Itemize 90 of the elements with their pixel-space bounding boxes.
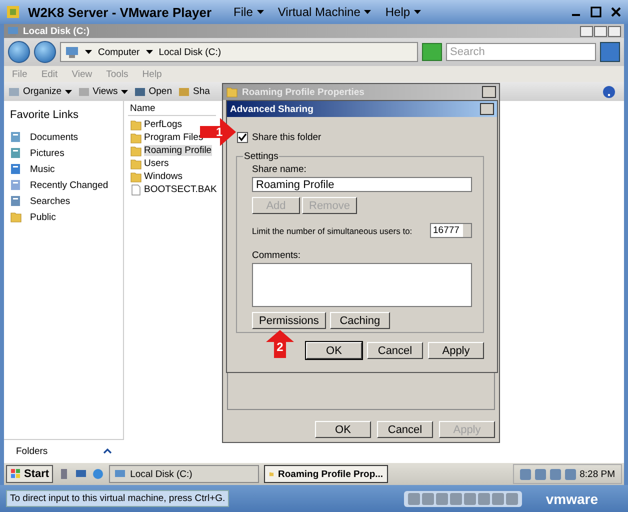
clock[interactable]: 8:28 PM — [580, 468, 615, 480]
forward-button[interactable] — [34, 41, 56, 63]
toolbar-button[interactable]: Sha — [192, 86, 210, 97]
app-icon — [6, 5, 20, 19]
favorite-link[interactable]: Music — [30, 164, 55, 174]
dialog-button[interactable]: Apply — [428, 342, 484, 359]
close-icon[interactable] — [610, 6, 622, 18]
library-icon — [10, 195, 22, 207]
toolbar-button[interactable]: Views — [92, 86, 118, 97]
favorite-link[interactable]: Pictures — [30, 148, 64, 158]
menu-item[interactable]: Virtual Machine — [278, 5, 372, 19]
start-button[interactable]: Start — [6, 465, 54, 483]
toolbar-button[interactable]: Open — [148, 86, 172, 97]
caret-icon[interactable] — [256, 10, 264, 14]
taskbar-button[interactable]: Roaming Profile Prop... — [264, 465, 388, 483]
folder-icon — [130, 158, 142, 170]
spinner-field[interactable]: 16777 — [430, 223, 472, 238]
desktop-icon[interactable] — [75, 468, 88, 480]
checkbox[interactable] — [237, 132, 248, 143]
favorite-link[interactable]: Searches — [30, 196, 70, 206]
maximize-icon[interactable] — [590, 6, 602, 18]
chevron-up-icon[interactable] — [103, 448, 112, 454]
field-label: Share name: — [252, 164, 308, 175]
favorite-link[interactable]: Recently Changed — [30, 180, 108, 190]
step-arrow: 2 — [266, 330, 294, 358]
caret-icon[interactable] — [364, 10, 372, 14]
address-bar[interactable]: Computer Local Disk (C:) — [60, 42, 418, 62]
tray-icon[interactable] — [534, 468, 546, 480]
menu-item[interactable]: Help — [385, 5, 422, 19]
close-button[interactable] — [608, 26, 621, 36]
tray-icon[interactable] — [564, 468, 576, 480]
restore-button[interactable] — [594, 26, 607, 36]
toolbar-button[interactable]: Organize — [23, 86, 62, 97]
folder-icon — [10, 211, 22, 223]
group-label: Settings — [243, 151, 280, 162]
dialog-button[interactable]: Caching — [330, 312, 390, 329]
close-button[interactable] — [482, 86, 496, 98]
logo: vmware — [546, 490, 598, 506]
dialog-button[interactable]: Cancel — [367, 342, 423, 359]
search-field[interactable]: Search — [446, 43, 596, 61]
tray-icon[interactable] — [520, 468, 531, 480]
section-header: Favorite Links — [10, 109, 80, 121]
comments-field[interactable] — [252, 263, 472, 307]
field-label: Comments: — [252, 250, 302, 261]
folders-label[interactable]: Folders — [16, 446, 48, 456]
list-entry[interactable]: PerfLogs — [144, 119, 182, 130]
favorite-link[interactable]: Documents — [30, 132, 78, 142]
input-field[interactable]: Roaming Profile — [252, 177, 472, 192]
caret-icon[interactable] — [85, 50, 92, 54]
dialog-button[interactable]: Cancel — [377, 421, 433, 438]
folder-icon — [130, 118, 142, 130]
caret-icon[interactable] — [146, 50, 153, 54]
field-label: Limit the number of simultaneous users to: — [252, 226, 412, 236]
dialog-button[interactable]: OK — [306, 342, 362, 359]
list-entry[interactable]: Windows — [144, 171, 183, 182]
caret-icon[interactable] — [64, 90, 72, 94]
checkbox-label[interactable]: Share this folder — [252, 132, 322, 143]
minimize-button[interactable] — [580, 26, 593, 36]
window-title: Local Disk (C:) — [23, 26, 90, 36]
list-entry[interactable]: BOOTSECT.BAK — [144, 184, 217, 195]
library-icon — [10, 147, 22, 159]
status-text: To direct input to this virtual machine, press Ctrl+G. — [6, 490, 230, 507]
close-button[interactable] — [480, 103, 494, 115]
caret-icon[interactable] — [120, 90, 128, 94]
file-icon — [130, 184, 142, 196]
caret-icon[interactable] — [414, 10, 422, 14]
back-button[interactable] — [8, 41, 30, 63]
taskbar-button[interactable]: Local Disk (C:) — [109, 465, 260, 483]
folder-icon — [130, 170, 142, 182]
windows-flag-icon — [10, 468, 22, 480]
list-entry[interactable]: Users — [144, 158, 169, 169]
dialog-button[interactable]: Permissions — [252, 312, 326, 329]
menu-item[interactable]: File — [234, 5, 264, 19]
folder-icon — [130, 132, 142, 144]
list-entry[interactable]: Roaming Profile — [144, 145, 212, 156]
breadcrumb-item[interactable]: Computer — [98, 46, 140, 58]
folder-icon — [226, 86, 238, 98]
folder-icon — [130, 144, 142, 156]
library-icon — [10, 179, 22, 191]
favorite-link[interactable]: Public — [30, 212, 56, 222]
window-title: W2K8 Server - VMware Player — [28, 4, 212, 20]
dialog-button[interactable]: OK — [315, 421, 371, 438]
breadcrumb-item[interactable]: Local Disk (C:) — [158, 46, 222, 58]
dialog-title: Roaming Profile Properties — [242, 86, 364, 98]
tray-icon[interactable] — [550, 468, 561, 480]
column-header[interactable]: Name — [128, 103, 216, 116]
help-icon[interactable] — [602, 84, 616, 98]
library-icon — [10, 131, 22, 143]
library-icon — [10, 163, 22, 175]
dialog-title: Advanced Sharing — [230, 104, 314, 114]
